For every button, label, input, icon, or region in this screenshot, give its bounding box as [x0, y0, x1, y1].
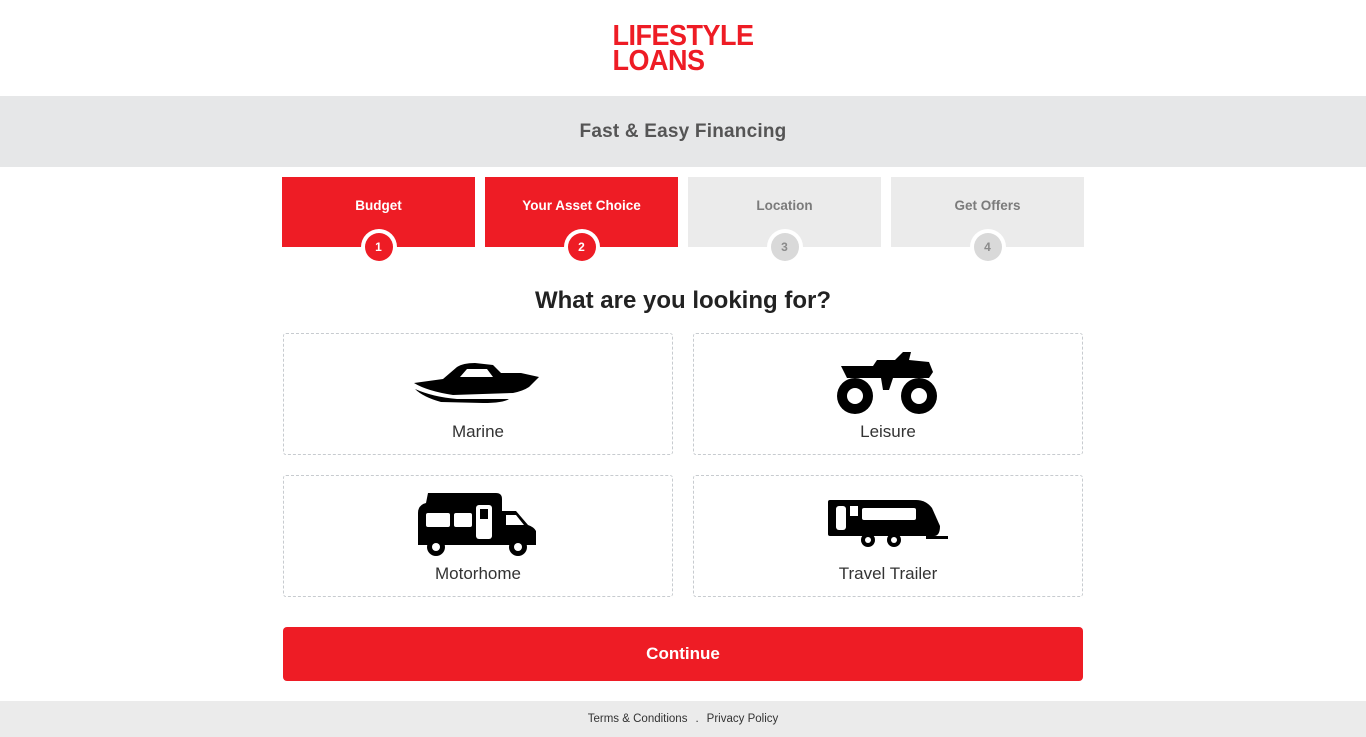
brand-logo-line2: LOANS: [612, 44, 705, 77]
step-number: 3: [770, 233, 799, 261]
boat-icon: [284, 348, 672, 416]
step-number: 1: [364, 233, 393, 261]
option-card-leisure[interactable]: Leisure: [693, 333, 1083, 455]
continue-button[interactable]: Continue: [283, 627, 1083, 681]
step-number-badge: 2: [563, 229, 600, 265]
option-card-marine[interactable]: Marine: [283, 333, 673, 455]
step-asset-choice: Your Asset Choice 2: [485, 177, 678, 265]
atv-icon: [694, 348, 1082, 416]
progress-steps: Budget 1 Your Asset Choice 2 Location 3 …: [282, 177, 1084, 267]
travel-trailer-icon: [694, 490, 1082, 558]
step-number: 4: [973, 233, 1002, 261]
banner-title: Fast & Easy Financing: [579, 120, 787, 142]
brand-logo[interactable]: LIFESTYLE LOANS: [612, 21, 754, 77]
option-card-travel-trailer[interactable]: Travel Trailer: [693, 475, 1083, 597]
option-label: Marine: [452, 422, 504, 441]
step-budget: Budget 1: [282, 177, 475, 265]
privacy-link[interactable]: Privacy Policy: [707, 713, 779, 725]
hero-banner: Fast & Easy Financing: [0, 96, 1366, 167]
page-question: What are you looking for?: [534, 287, 831, 314]
step-number-badge: 1: [360, 229, 397, 265]
footer-separator: .: [695, 713, 699, 725]
site-header: LIFESTYLE LOANS: [0, 0, 1366, 96]
option-label: Travel Trailer: [838, 564, 938, 583]
motorhome-icon: [284, 490, 672, 558]
terms-link[interactable]: Terms & Conditions: [588, 713, 688, 725]
option-card-motorhome[interactable]: Motorhome: [283, 475, 673, 597]
step-number: 2: [567, 233, 596, 261]
step-number-badge: 4: [969, 229, 1006, 265]
step-get-offers: Get Offers 4: [891, 177, 1084, 265]
site-footer: Terms & Conditions . Privacy Policy: [0, 701, 1366, 737]
option-label: Motorhome: [435, 564, 521, 583]
option-label: Leisure: [860, 422, 916, 441]
step-location: Location 3: [688, 177, 881, 265]
step-number-badge: 3: [766, 229, 803, 265]
